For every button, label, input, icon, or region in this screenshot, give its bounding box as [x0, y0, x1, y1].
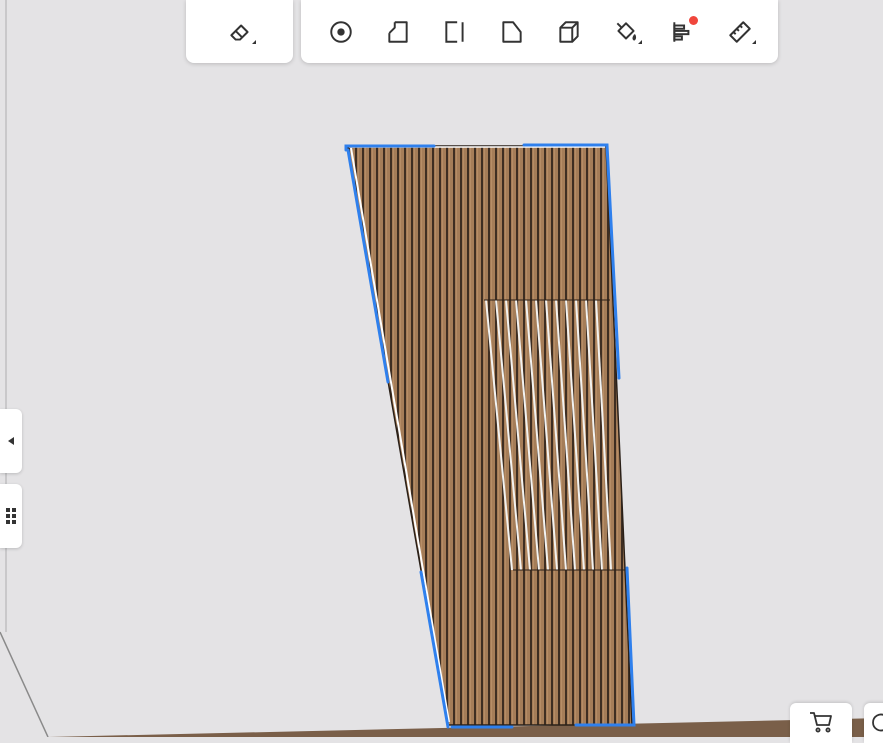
notification-dot: [689, 16, 698, 25]
toolbar-left: [186, 0, 293, 63]
grid-dots-icon: [6, 508, 16, 524]
angled-tool-button[interactable]: [494, 14, 529, 49]
eraser-tool-button[interactable]: [222, 14, 257, 49]
cart-icon: [810, 712, 832, 733]
partial-icon: [872, 713, 883, 732]
3d-viewport[interactable]: [0, 0, 883, 737]
point-tool-button[interactable]: [323, 14, 358, 49]
paint-tool-button[interactable]: [608, 14, 643, 49]
ruler-icon: [728, 20, 751, 43]
align-tool-button[interactable]: [665, 14, 700, 49]
panel-tool-button[interactable]: [437, 14, 472, 49]
grid-panel-button[interactable]: [0, 484, 22, 548]
toolbar-main: [301, 0, 778, 63]
cart-button[interactable]: [790, 703, 852, 743]
circle-point-icon: [329, 20, 352, 43]
partial-toolbar-button[interactable]: [864, 703, 883, 743]
collapse-panel-button[interactable]: [0, 409, 22, 473]
corner-tool-button[interactable]: [380, 14, 415, 49]
panel-shape-icon: [444, 20, 464, 43]
submenu-caret-icon: [752, 40, 756, 44]
slatted-wood-panel[interactable]: [346, 145, 633, 726]
eraser-icon: [229, 24, 249, 41]
box-3d-icon: [558, 20, 579, 43]
paint-bucket-icon: [616, 21, 636, 41]
box-tool-button[interactable]: [551, 14, 586, 49]
triangle-left-icon: [8, 437, 14, 445]
submenu-caret-icon: [252, 40, 256, 44]
submenu-caret-icon: [638, 40, 642, 44]
corner-shape-icon: [387, 20, 408, 43]
angled-shape-icon: [501, 20, 522, 43]
measure-tool-button[interactable]: [722, 14, 757, 49]
